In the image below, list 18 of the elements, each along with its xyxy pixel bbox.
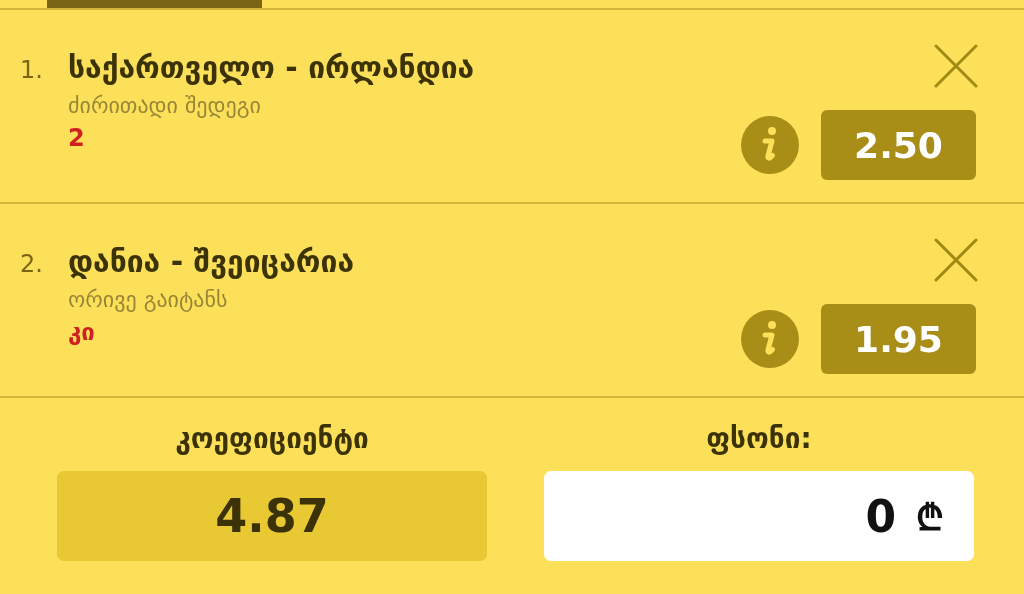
market-name: ძირითადი შედეგი bbox=[68, 93, 262, 118]
stake-field[interactable]: 0 ₾ bbox=[544, 471, 974, 561]
bet-number: 2. bbox=[20, 250, 44, 278]
odds-value: 2.50 bbox=[821, 110, 976, 180]
market-name: ორივე გაიტანს bbox=[68, 287, 229, 312]
total-odds: 4.87 bbox=[57, 471, 487, 561]
stake-label: ფსონი: bbox=[706, 422, 812, 455]
odds-label: კოეფიციენტი bbox=[175, 422, 369, 455]
odds-value: 1.95 bbox=[821, 304, 976, 374]
close-icon[interactable] bbox=[934, 238, 978, 282]
bet-pick: 2 bbox=[68, 124, 86, 152]
info-icon[interactable] bbox=[741, 310, 799, 368]
info-icon[interactable] bbox=[741, 116, 799, 174]
close-icon[interactable] bbox=[934, 44, 978, 88]
match-title: დანია - შვეიცარია bbox=[68, 244, 355, 279]
bet-pick: კი bbox=[68, 318, 96, 346]
bet-number: 1. bbox=[20, 56, 44, 84]
match-title: საქართველო - ირლანდია bbox=[68, 50, 475, 85]
